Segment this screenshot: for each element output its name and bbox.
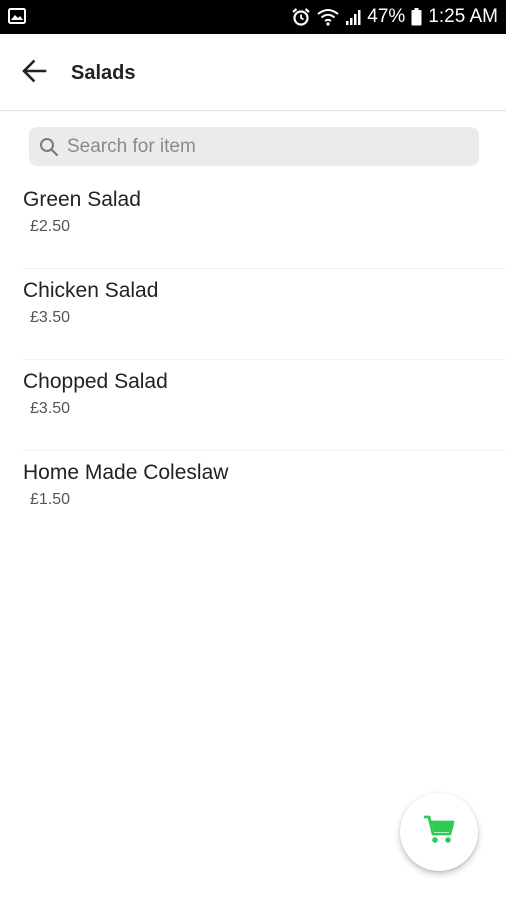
arrow-back-icon: [21, 59, 47, 88]
status-bar: 47% 1:25 AM: [0, 0, 506, 34]
item-price: £1.50: [30, 491, 71, 508]
list-item[interactable]: Green Salad £2.50: [0, 178, 506, 269]
item-name: Home Made Coleslaw: [23, 461, 229, 484]
back-button[interactable]: [14, 56, 54, 90]
list-item[interactable]: Home Made Coleslaw £1.50: [0, 451, 506, 542]
item-price: £3.50: [30, 309, 71, 326]
battery-percent: 47%: [367, 6, 406, 27]
clock-time: 1:25 AM: [428, 6, 498, 27]
item-name: Chopped Salad: [23, 370, 168, 393]
item-name: Green Salad: [23, 188, 141, 211]
item-price: £2.50: [30, 218, 71, 235]
wifi-icon: [317, 8, 339, 26]
alarm-icon: [291, 7, 311, 27]
page-title: Salads: [71, 62, 136, 84]
search-input[interactable]: [67, 135, 457, 158]
app-bar: Salads: [0, 34, 506, 111]
item-list: Green Salad £2.50 Chicken Salad £3.50 Ch…: [0, 178, 506, 542]
list-item[interactable]: Chopped Salad £3.50: [0, 360, 506, 451]
image-notification-icon: [8, 8, 26, 24]
shopping-cart-icon: [423, 815, 455, 850]
cart-button[interactable]: [400, 793, 478, 871]
search-bar[interactable]: [29, 127, 479, 166]
search-icon: [39, 137, 59, 157]
signal-icon: [345, 8, 361, 26]
list-item[interactable]: Chicken Salad £3.50: [0, 269, 506, 360]
battery-icon: [411, 8, 422, 26]
item-price: £3.50: [30, 400, 71, 417]
item-name: Chicken Salad: [23, 279, 159, 302]
